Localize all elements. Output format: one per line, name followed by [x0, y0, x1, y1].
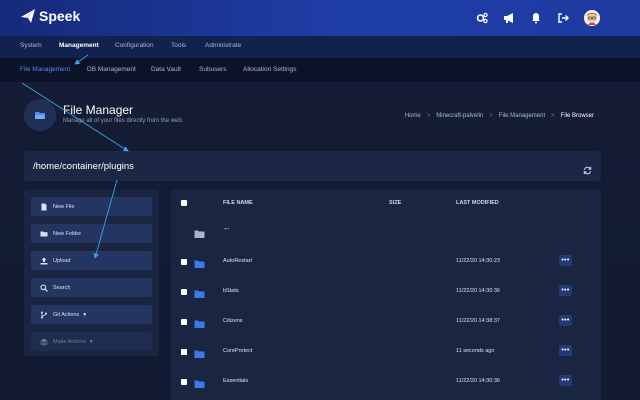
- new-file-button[interactable]: New File: [31, 197, 152, 216]
- sub-nav-subusers[interactable]: Subusers: [199, 66, 226, 73]
- git-actions-label: Git Actions: [53, 311, 80, 318]
- folder-icon: [194, 286, 205, 298]
- main-nav-system[interactable]: System: [20, 42, 42, 49]
- row-menu-button[interactable]: •••: [559, 375, 572, 386]
- file-modified: 11 seconds ago: [456, 348, 495, 354]
- page-icon-badge: [24, 99, 56, 131]
- select-all-checkbox[interactable]: [181, 200, 187, 206]
- make-actions-label: Make Actions: [53, 338, 86, 345]
- row-menu-button[interactable]: •••: [559, 285, 572, 296]
- table-row[interactable]: bStats 11/22/20 14:30:36 •••: [171, 277, 601, 307]
- search-button[interactable]: Search: [31, 278, 152, 297]
- row-checkbox[interactable]: [181, 289, 187, 295]
- back-arrow-icon[interactable]: ←: [223, 223, 231, 232]
- search-label: Search: [53, 284, 71, 291]
- folder-plus-icon: [40, 230, 48, 238]
- folder-icon: [194, 346, 205, 358]
- column-size[interactable]: SIZE: [389, 200, 401, 206]
- main-nav-tools[interactable]: Tools: [171, 42, 186, 49]
- file-modified: 11/22/20 14:30:36: [456, 288, 500, 294]
- top-bar: Speek: [0, 0, 640, 36]
- table-row[interactable]: CoreProtect 11 seconds ago •••: [171, 337, 601, 367]
- row-checkbox[interactable]: [181, 349, 187, 355]
- breadcrumb-separator: >: [426, 113, 431, 119]
- file-table: FILE NAME SIZE LAST MODIFIED ← AutoResta…: [171, 190, 601, 400]
- main-nav-configuration[interactable]: Configuration: [115, 42, 154, 49]
- refresh-icon[interactable]: [583, 162, 592, 175]
- file-name[interactable]: AutoRestart: [223, 258, 252, 264]
- sub-nav-db-management[interactable]: DB Management: [87, 66, 136, 73]
- top-icons: [462, 10, 600, 26]
- page-subtitle: Manage all of your files directly from t…: [63, 118, 184, 124]
- upload-icon: [40, 257, 48, 265]
- megaphone-icon[interactable]: [502, 11, 516, 25]
- layers-icon: [40, 338, 48, 346]
- main-nav-administrate[interactable]: Administrate: [205, 42, 241, 49]
- sub-nav-allocation-settings[interactable]: Allocation Settings: [243, 66, 296, 73]
- parent-directory-row[interactable]: ←: [171, 217, 601, 247]
- row-checkbox[interactable]: [181, 259, 187, 265]
- file-modified: 11/22/20 14:30:23: [456, 258, 500, 264]
- page-title: File Manager: [63, 103, 134, 117]
- upload-button[interactable]: Upload: [31, 251, 152, 270]
- table-row[interactable]: Essentials 11/22/20 14:30:36 •••: [171, 367, 601, 397]
- row-menu-button[interactable]: •••: [559, 345, 572, 356]
- new-folder-button[interactable]: New Folder: [31, 224, 152, 243]
- git-actions-button[interactable]: Git Actions ▼: [31, 305, 152, 324]
- folder-icon: [194, 376, 205, 388]
- table-row[interactable]: Citizens 11/22/20 14:38:37 •••: [171, 307, 601, 337]
- make-actions-button[interactable]: Make Actions ▼: [31, 332, 152, 351]
- column-last-modified[interactable]: LAST MODIFIED: [456, 200, 499, 206]
- folder-icon: [194, 226, 205, 238]
- breadcrumb-separator: >: [489, 113, 493, 119]
- table-header: FILE NAME SIZE LAST MODIFIED: [171, 190, 601, 217]
- sub-nav: File Management DB Management Data Vault…: [0, 58, 640, 82]
- breadcrumb-current: File Browser: [560, 113, 594, 119]
- breadcrumb-server[interactable]: Minecraft-palvelin: [436, 113, 483, 119]
- folder-open-icon: [35, 112, 45, 119]
- new-file-label: New File: [53, 203, 75, 210]
- table-row[interactable]: AutoRestart 11/22/20 14:30:23 •••: [171, 247, 601, 277]
- file-name[interactable]: Citizens: [223, 318, 243, 324]
- sub-nav-data-vault[interactable]: Data Vault: [151, 66, 181, 73]
- search-icon: [40, 283, 48, 292]
- new-folder-label: New Folder: [53, 230, 82, 237]
- upload-label: Upload: [53, 257, 71, 264]
- sub-nav-file-management[interactable]: File Management: [20, 66, 70, 73]
- file-modified: 11/22/20 14:30:36: [456, 378, 500, 384]
- file-modified: 11/22/20 14:38:37: [456, 318, 500, 324]
- brand-name: Speek: [39, 8, 81, 24]
- breadcrumb: Home > Minecraft-palvelin > File Managem…: [405, 113, 594, 119]
- main-nav: System Management Configuration Tools Ad…: [0, 36, 640, 58]
- cogs-icon[interactable]: [475, 11, 489, 25]
- file-name[interactable]: Essentials: [223, 378, 248, 384]
- bell-icon[interactable]: [529, 11, 543, 25]
- breadcrumb-file-management[interactable]: File Management: [499, 113, 545, 119]
- user-avatar[interactable]: [584, 10, 600, 26]
- avatar-face-icon: [584, 10, 600, 26]
- folder-icon: [194, 256, 205, 268]
- row-menu-button[interactable]: •••: [559, 255, 572, 266]
- row-checkbox[interactable]: [181, 319, 187, 325]
- breadcrumb-separator: >: [551, 113, 555, 119]
- brand-logo[interactable]: Speek: [20, 8, 80, 24]
- row-checkbox[interactable]: [181, 379, 187, 385]
- git-branch-icon: [40, 311, 48, 319]
- breadcrumb-home[interactable]: Home: [405, 113, 421, 119]
- paper-plane-logo-icon: [21, 9, 35, 23]
- actions-panel: New File New Folder Upload Search Git Ac…: [24, 190, 159, 356]
- logout-icon[interactable]: [556, 11, 570, 25]
- chevron-down-icon: ▼: [88, 338, 94, 345]
- file-name[interactable]: bStats: [223, 288, 239, 294]
- column-file-name[interactable]: FILE NAME: [223, 200, 253, 206]
- file-name[interactable]: CoreProtect: [223, 348, 252, 354]
- row-menu-button[interactable]: •••: [559, 315, 572, 326]
- file-icon: [40, 203, 48, 211]
- chevron-down-icon: ▼: [82, 311, 88, 318]
- main-nav-management[interactable]: Management: [59, 42, 99, 49]
- path-bar: /home/container/plugins: [24, 151, 601, 181]
- folder-icon: [194, 316, 205, 328]
- current-path[interactable]: /home/container/plugins: [33, 161, 134, 172]
